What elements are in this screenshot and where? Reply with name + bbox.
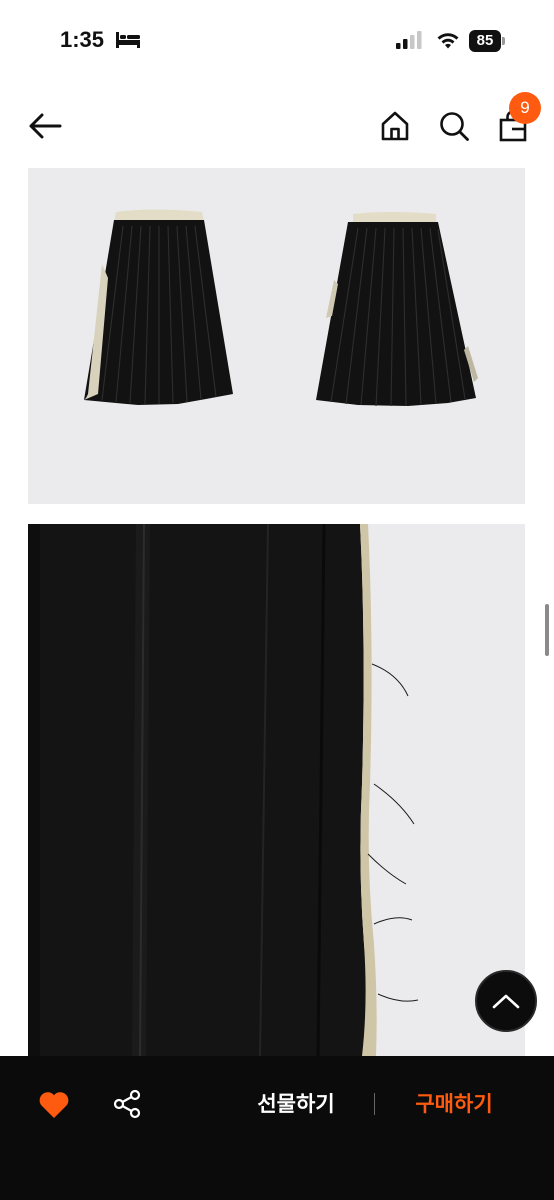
battery-level: 85	[469, 30, 501, 52]
top-nav-bar	[0, 86, 554, 166]
battery-icon: 85	[469, 30, 505, 52]
home-button[interactable]	[375, 106, 415, 146]
bed-icon	[116, 32, 140, 48]
share-icon	[113, 1089, 141, 1119]
product-image-front-back	[28, 168, 525, 504]
heart-icon	[39, 1091, 69, 1118]
signal-icon	[396, 31, 422, 49]
like-button[interactable]	[36, 1087, 72, 1121]
gift-button[interactable]: 선물하기	[236, 1084, 356, 1124]
search-button[interactable]	[434, 106, 474, 146]
chevron-up-icon	[492, 994, 520, 1009]
status-time: 1:35	[60, 27, 105, 52]
share-button[interactable]	[110, 1087, 144, 1121]
battery-tip	[502, 37, 505, 45]
scroll-to-top-button[interactable]	[475, 970, 537, 1032]
skirt-views-illustration	[84, 209, 478, 407]
skirt-left-view	[84, 209, 233, 405]
product-image-detail	[28, 524, 525, 1056]
back-arrow-icon	[29, 113, 62, 139]
search-icon	[440, 112, 469, 141]
wifi-icon	[437, 33, 459, 49]
fabric-closeup-illustration	[28, 524, 419, 1056]
product-detail-page: 1:35 85 9 선물하기 구매하기	[0, 0, 554, 1200]
cart-count-badge: 9	[509, 92, 541, 124]
action-divider	[374, 1093, 375, 1115]
status-bar: 1:35 85	[0, 0, 554, 86]
buy-button[interactable]: 구매하기	[394, 1084, 514, 1124]
scroll-indicator[interactable]	[545, 604, 549, 656]
bottom-action-bar: 선물하기 구매하기	[0, 1056, 554, 1200]
back-button[interactable]	[25, 106, 65, 146]
home-icon	[381, 111, 409, 141]
skirt-right-view	[316, 212, 478, 407]
